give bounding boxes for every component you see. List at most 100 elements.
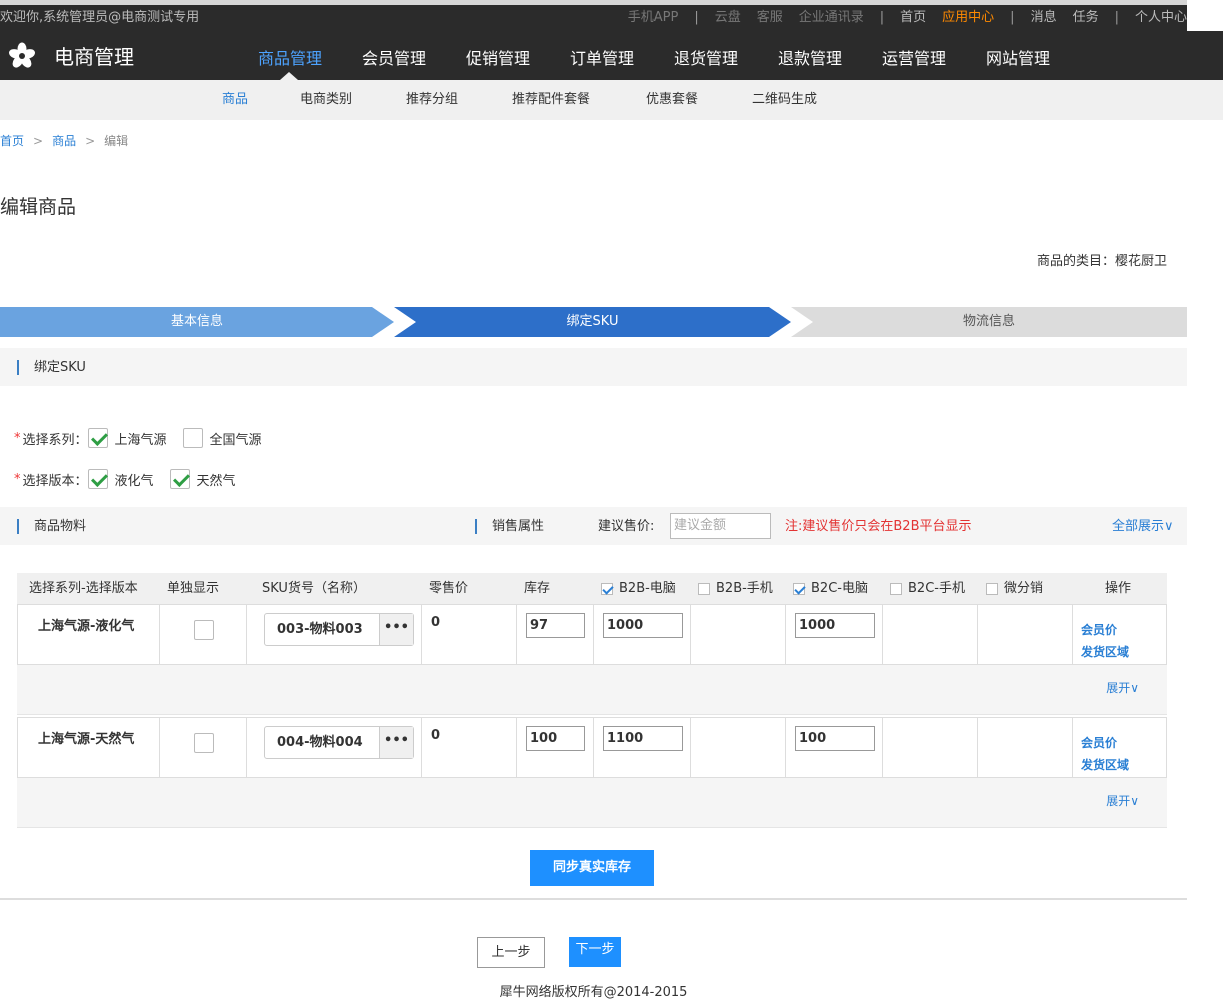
col-sku: SKU货号（名称） xyxy=(262,581,366,596)
micro-distribution-label: 微分销 xyxy=(1004,581,1044,596)
link-cloud[interactable]: 云盘 xyxy=(715,5,741,31)
table-header: 选择系列-选择版本 单独显示 SKU货号（名称） 零售价 库存 B2B-电脑 B… xyxy=(17,573,1167,604)
table-row: 上海气源-液化气 003-物料003 ••• 0 97 1000 1000 会员… xyxy=(17,604,1167,665)
required-mark: * xyxy=(14,430,21,446)
product-category: 商品的类目：樱花厨卫 xyxy=(1037,250,1167,269)
step-bind-sku[interactable]: 绑定SKU xyxy=(394,307,791,337)
b2b-pc-input[interactable]: 1000 xyxy=(603,613,683,638)
row-operations: 会员价 发货区域 xyxy=(1081,619,1129,663)
divider: | xyxy=(694,10,699,25)
expand-link[interactable]: 展开∨ xyxy=(1106,679,1139,696)
prev-step-button[interactable]: 上一步 xyxy=(477,937,545,968)
subnav-products[interactable]: 商品 xyxy=(222,80,248,120)
sku-value: 004-物料004 xyxy=(277,735,363,750)
col-b2b-pc: B2B-电脑 xyxy=(601,573,676,604)
col-micro-distribution: 微分销 xyxy=(986,573,1043,604)
nav-orders[interactable]: 订单管理 xyxy=(550,31,654,80)
show-all-link[interactable]: 全部展示∨ xyxy=(1112,507,1174,547)
col-series-version: 选择系列-选择版本 xyxy=(29,581,138,596)
col-operations: 操作 xyxy=(1105,581,1132,596)
version-option-natural-gas: 天然气 xyxy=(196,473,236,489)
b2b-mobile-label: B2B-手机 xyxy=(716,581,773,596)
member-price-link[interactable]: 会员价 xyxy=(1081,619,1129,641)
b2b-mobile-checkbox[interactable] xyxy=(698,582,710,595)
brand-title: 电商管理 xyxy=(54,45,134,69)
subnav-categories[interactable]: 电商类别 xyxy=(300,80,352,120)
step-logistics[interactable]: 物流信息 xyxy=(791,307,1187,337)
b2c-mobile-checkbox[interactable] xyxy=(890,582,902,595)
stock-input[interactable]: 100 xyxy=(526,726,585,751)
expand-link[interactable]: 展开∨ xyxy=(1106,792,1139,809)
row-series-version: 上海气源-天然气 xyxy=(38,732,135,747)
b2c-pc-checkbox[interactable] xyxy=(793,582,805,595)
category-label: 商品的类目： xyxy=(1036,254,1115,269)
sales-attr-title: 销售属性 xyxy=(492,519,545,534)
series-select: * 选择系列： 上海气源 全国气源 xyxy=(14,428,278,448)
b2b-pc-label: B2B-电脑 xyxy=(619,581,676,596)
link-contacts[interactable]: 企业通讯录 xyxy=(799,5,864,31)
link-tasks[interactable]: 任务 xyxy=(1073,5,1099,31)
link-service[interactable]: 客服 xyxy=(757,5,783,31)
nav-members[interactable]: 会员管理 xyxy=(342,31,446,80)
b2c-mobile-label: B2C-手机 xyxy=(908,581,965,596)
logo[interactable]: 电商管理 xyxy=(8,41,134,70)
section-header-material: 商品物料 销售属性 建议售价: 建议金额 注:建议售价只会在B2B平台显示 全部… xyxy=(0,507,1187,545)
link-home[interactable]: 首页 xyxy=(900,5,926,31)
more-dots-icon[interactable]: ••• xyxy=(379,614,413,645)
required-mark: * xyxy=(14,471,21,487)
nav-refunds[interactable]: 退款管理 xyxy=(758,31,862,80)
link-mobile-app[interactable]: 手机APP xyxy=(628,5,679,31)
breadcrumb-current: 编辑 xyxy=(104,134,129,148)
sync-stock-button[interactable]: 同步真实库存 xyxy=(530,850,654,886)
ship-region-link[interactable]: 发货区域 xyxy=(1081,641,1129,663)
retail-price: 0 xyxy=(431,615,441,630)
suggest-price-input[interactable]: 建议金额 xyxy=(670,513,771,539)
subnav-discount-packages[interactable]: 优惠套餐 xyxy=(646,80,698,120)
version-checkbox-natural-gas[interactable] xyxy=(169,469,190,489)
b2c-pc-label: B2C-电脑 xyxy=(811,581,868,596)
sku-selector[interactable]: 003-物料003 ••• xyxy=(264,613,414,646)
material-title: 商品物料 xyxy=(34,519,87,534)
link-profile[interactable]: 个人中心 xyxy=(1135,5,1187,31)
section-title: 绑定SKU xyxy=(34,360,86,375)
category-value: 樱花厨卫 xyxy=(1114,254,1167,269)
retail-price: 0 xyxy=(431,728,441,743)
more-dots-icon[interactable]: ••• xyxy=(379,727,413,758)
main-nav: 电商管理 商品管理 会员管理 促销管理 订单管理 退货管理 退款管理 运营管理 … xyxy=(0,31,1223,80)
member-price-link[interactable]: 会员价 xyxy=(1081,732,1129,754)
step-basic-info[interactable]: 基本信息 xyxy=(0,307,394,337)
divider: | xyxy=(879,10,885,25)
nav-promotions[interactable]: 促销管理 xyxy=(446,31,550,80)
breadcrumb-product[interactable]: 商品 xyxy=(52,134,76,148)
version-checkbox-lpg[interactable] xyxy=(87,469,108,489)
b2c-pc-input[interactable]: 100 xyxy=(795,726,875,751)
link-app-center[interactable]: 应用中心 xyxy=(942,5,994,31)
link-messages[interactable]: 消息 xyxy=(1031,5,1057,31)
subnav-accessory-packages[interactable]: 推荐配件套餐 xyxy=(512,80,590,120)
subnav-recommend-groups[interactable]: 推荐分组 xyxy=(406,80,458,120)
sku-selector[interactable]: 004-物料004 ••• xyxy=(264,726,414,759)
single-display-checkbox[interactable] xyxy=(194,620,214,640)
nav-operations[interactable]: 运营管理 xyxy=(862,31,966,80)
next-step-button[interactable]: 下一步 xyxy=(569,937,621,967)
subnav-qrcode[interactable]: 二维码生成 xyxy=(752,80,817,120)
main-nav-items: 商品管理 会员管理 促销管理 订单管理 退货管理 退款管理 运营管理 网站管理 xyxy=(238,31,1070,80)
b2b-pc-checkbox[interactable] xyxy=(601,582,613,595)
flower-logo-icon xyxy=(8,42,36,70)
b2b-pc-input[interactable]: 1100 xyxy=(603,726,683,751)
series-label: 选择系列： xyxy=(22,432,88,448)
breadcrumb-separator: > xyxy=(85,134,96,148)
series-checkbox-shanghai[interactable] xyxy=(87,428,108,448)
section-header-bind-sku: 绑定SKU xyxy=(0,348,1187,386)
single-display-checkbox[interactable] xyxy=(194,733,214,753)
nav-products[interactable]: 商品管理 xyxy=(238,31,342,80)
series-checkbox-national[interactable] xyxy=(182,428,203,448)
divider: | xyxy=(1114,10,1119,25)
ship-region-link[interactable]: 发货区域 xyxy=(1081,754,1129,776)
nav-returns[interactable]: 退货管理 xyxy=(654,31,758,80)
breadcrumb-home[interactable]: 首页 xyxy=(0,134,24,148)
stock-input[interactable]: 97 xyxy=(526,613,585,638)
b2c-pc-input[interactable]: 1000 xyxy=(795,613,875,638)
nav-website[interactable]: 网站管理 xyxy=(966,31,1070,80)
micro-distribution-checkbox[interactable] xyxy=(986,582,998,595)
